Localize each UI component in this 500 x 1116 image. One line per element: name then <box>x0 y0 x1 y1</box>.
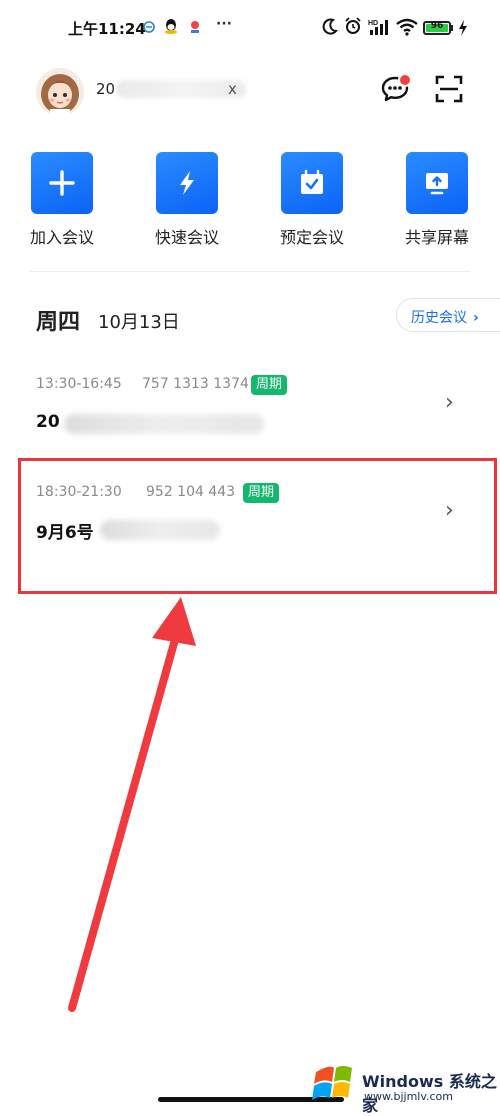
moon-icon <box>322 18 338 35</box>
lightning-icon <box>180 171 194 195</box>
username-tail: x <box>228 80 237 98</box>
app-notification-icon <box>143 21 155 33</box>
schedule-meeting-label: 预定会议 <box>279 228 344 247</box>
notification-dot <box>398 73 412 87</box>
join-meeting-label: 加入会议 <box>29 228 94 247</box>
share-screen-tile <box>406 152 468 214</box>
wifi-icon <box>396 18 418 36</box>
status-bar: 上午11:24 ··· HD 96 <box>0 0 500 56</box>
schedule-meeting-button[interactable]: 预定会议 <box>262 152 362 248</box>
join-meeting-tile <box>31 152 93 214</box>
more-icon: ··· <box>216 16 232 32</box>
share-screen-button[interactable]: 共享屏幕 <box>387 152 487 248</box>
username-redaction <box>116 80 246 98</box>
join-meeting-button[interactable]: 加入会议 <box>12 152 112 248</box>
recurring-badge: 周期 <box>251 375 288 395</box>
scan-button[interactable] <box>434 74 464 104</box>
qq-icon <box>165 19 177 34</box>
history-meetings-label: 历史会议 <box>411 310 467 326</box>
location-icon <box>191 21 199 33</box>
avatar-illustration <box>36 68 84 116</box>
messages-button[interactable] <box>380 73 412 104</box>
calendar-check-icon <box>301 169 323 194</box>
avatar[interactable] <box>36 68 84 116</box>
battery-tip <box>451 25 453 31</box>
chevron-right-icon: › <box>473 310 479 326</box>
meeting-item[interactable]: 13:30-16:45 757 1313 1374 周期 20 › <box>18 360 498 448</box>
watermark-title-en: Windows <box>362 1072 444 1091</box>
username[interactable]: 20 <box>96 80 115 98</box>
watermark: Windows 系统之家 www.bjjmlv.com <box>312 1058 500 1115</box>
screen-share-icon <box>426 173 448 195</box>
chevron-right-icon: › <box>445 390 454 415</box>
status-time: 上午11:24 <box>68 20 146 38</box>
meeting-title-redaction <box>64 414 264 434</box>
schedule-meeting-tile <box>281 152 343 214</box>
quick-meeting-button[interactable]: 快速会议 <box>137 152 237 248</box>
meeting-id: 757 1313 1374 <box>142 376 249 392</box>
highlight-box <box>18 458 497 594</box>
battery-indicator: 96 <box>423 21 451 35</box>
share-screen-label: 共享屏幕 <box>404 228 469 247</box>
meeting-title: 20 <box>36 412 60 432</box>
weekday-label: 周四 <box>36 310 81 335</box>
quick-meeting-tile <box>156 152 218 214</box>
watermark-url: www.bjjmlv.com <box>364 1090 453 1103</box>
section-divider <box>30 271 470 272</box>
alarm-icon <box>345 17 361 34</box>
charging-icon <box>459 20 467 36</box>
windows-logo-icon <box>312 1066 352 1100</box>
history-meetings-button[interactable]: 历史会议 › <box>396 298 500 332</box>
quick-meeting-label: 快速会议 <box>154 228 219 247</box>
signal-icon: HD <box>368 20 388 35</box>
date-label: 10月13日 <box>98 312 180 333</box>
plus-icon <box>49 170 75 196</box>
svg-text:HD: HD <box>368 20 378 27</box>
battery-level-text: 96 <box>430 21 444 31</box>
meeting-time: 13:30-16:45 <box>36 376 122 392</box>
scan-icon <box>435 75 463 103</box>
